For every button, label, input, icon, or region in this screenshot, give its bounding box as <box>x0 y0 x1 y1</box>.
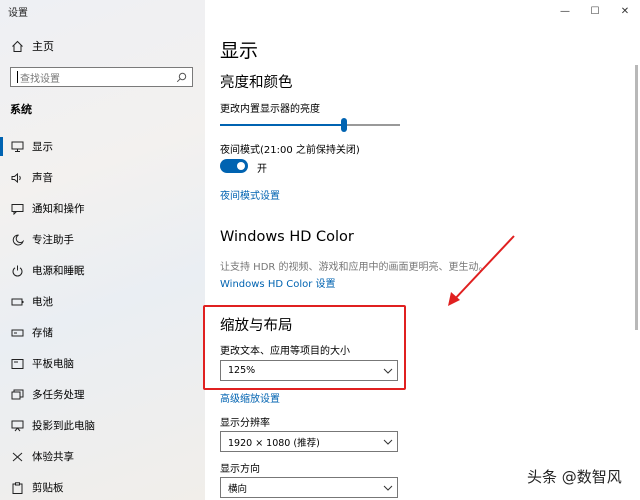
sidebar-item-label: 声音 <box>32 172 53 184</box>
page-title: 显示 <box>220 40 259 62</box>
brightness-slider[interactable] <box>220 118 400 132</box>
sidebar-item-display[interactable]: 显示 <box>0 131 205 162</box>
sidebar-item-notifications[interactable]: 通知和操作 <box>0 193 205 224</box>
moon-icon <box>10 233 24 247</box>
toggle-knob <box>237 162 245 170</box>
sidebar-item-label: 平板电脑 <box>32 358 74 370</box>
sidebar-item-shared-experiences[interactable]: 体验共享 <box>0 441 205 472</box>
sidebar-item-label: 投影到此电脑 <box>32 420 95 432</box>
share-icon <box>10 450 24 464</box>
sidebar-item-clipboard[interactable]: 剪贴板 <box>0 472 205 500</box>
multitask-icon <box>10 388 24 402</box>
project-icon <box>10 419 24 433</box>
drive-icon <box>10 326 24 340</box>
speaker-icon <box>10 171 24 185</box>
clipboard-icon <box>10 481 24 495</box>
sidebar-item-label: 通知和操作 <box>32 203 85 215</box>
toggle-state-label: 开 <box>257 164 267 175</box>
search-input[interactable]: 查找设置 <box>10 67 193 87</box>
scrollbar[interactable] <box>635 65 638 330</box>
watermark: 头条 @数智风 <box>527 468 622 486</box>
orientation-dropdown-value: 横向 <box>228 483 248 495</box>
sidebar-item-multitasking[interactable]: 多任务处理 <box>0 379 205 410</box>
orientation-label: 显示方向 <box>220 464 260 475</box>
sidebar-item-tablet[interactable]: 平板电脑 <box>0 348 205 379</box>
monitor-icon <box>10 140 24 154</box>
sidebar-item-label: 体验共享 <box>32 451 74 463</box>
sidebar-item-storage[interactable]: 存储 <box>0 317 205 348</box>
window-controls: — ☐ ✕ <box>550 0 640 22</box>
hdr-heading: Windows HD Color <box>220 229 354 245</box>
sidebar-item-focus-assist[interactable]: 专注助手 <box>0 224 205 255</box>
night-mode-toggle[interactable] <box>220 159 248 173</box>
maximize-button[interactable]: ☐ <box>580 0 610 22</box>
orientation-dropdown[interactable]: 横向 <box>220 477 398 498</box>
sidebar-nav: 显示 声音 通知和操作 专注助手 电源和睡眠 电池 存储 平板电脑 多任务处理 … <box>0 131 205 500</box>
advanced-scaling-link[interactable]: 高级缩放设置 <box>220 390 280 405</box>
slider-thumb[interactable] <box>341 118 348 132</box>
home-label: 主页 <box>32 40 54 53</box>
sidebar-item-label: 剪贴板 <box>32 482 64 494</box>
main-content: — ☐ ✕ 显示 亮度和颜色 更改内置显示器的亮度 夜间模式(21:00 之前保… <box>205 0 640 500</box>
sidebar-item-label: 专注助手 <box>32 234 74 246</box>
minimize-button[interactable]: — <box>550 0 580 22</box>
resolution-dropdown-value: 1920 × 1080 (推荐) <box>228 437 320 449</box>
section-label-system: 系统 <box>10 103 32 116</box>
sidebar-item-label: 存储 <box>32 327 53 339</box>
annotation-highlight-box <box>203 305 406 390</box>
chevron-down-icon <box>379 439 397 445</box>
sidebar-item-battery[interactable]: 电池 <box>0 286 205 317</box>
message-icon <box>10 202 24 216</box>
window-title: 设置 <box>8 8 28 19</box>
sidebar-item-label: 电源和睡眠 <box>32 265 85 277</box>
battery-icon <box>10 295 24 309</box>
power-icon <box>10 264 24 278</box>
sidebar-item-power-sleep[interactable]: 电源和睡眠 <box>0 255 205 286</box>
resolution-dropdown[interactable]: 1920 × 1080 (推荐) <box>220 431 398 452</box>
brightness-slider-label: 更改内置显示器的亮度 <box>220 104 320 115</box>
brightness-heading: 亮度和颜色 <box>220 75 293 91</box>
hdr-settings-link[interactable]: Windows HD Color 设置 <box>220 275 336 290</box>
sidebar-item-project-to-pc[interactable]: 投影到此电脑 <box>0 410 205 441</box>
tablet-icon <box>10 357 24 371</box>
slider-fill <box>220 124 345 126</box>
search-icon[interactable] <box>174 72 188 83</box>
night-mode-settings-link[interactable]: 夜间模式设置 <box>220 187 280 202</box>
sidebar-item-label: 显示 <box>32 141 53 153</box>
sidebar-item-sound[interactable]: 声音 <box>0 162 205 193</box>
annotation-arrow <box>448 235 515 306</box>
sidebar: 设置 主页 查找设置 系统 显示 声音 通知和操作 专注助手 电源和睡眠 电池 … <box>0 0 205 500</box>
home-nav-item[interactable]: 主页 <box>10 38 54 54</box>
sidebar-item-label: 电池 <box>32 296 53 308</box>
close-button[interactable]: ✕ <box>610 0 640 22</box>
sidebar-item-label: 多任务处理 <box>32 389 85 401</box>
resolution-label: 显示分辨率 <box>220 418 270 429</box>
chevron-down-icon <box>379 485 397 491</box>
search-placeholder: 查找设置 <box>20 73 60 85</box>
night-mode-label: 夜间模式(21:00 之前保持关闭) <box>220 145 360 156</box>
text-caret <box>17 71 18 83</box>
home-icon <box>10 39 24 53</box>
